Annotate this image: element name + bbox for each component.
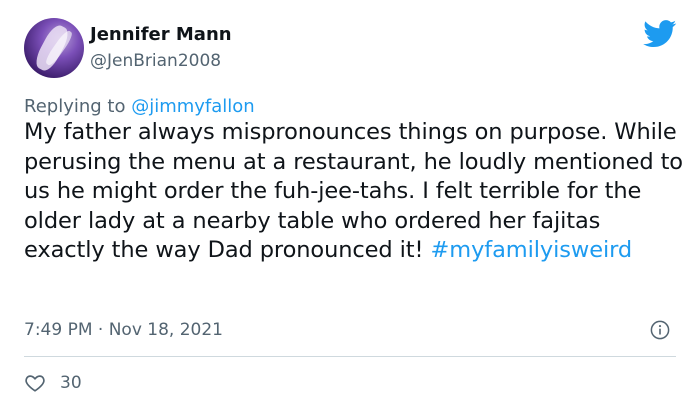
like-count: 30: [60, 373, 82, 393]
author-name[interactable]: Jennifer Mann: [90, 24, 232, 45]
replying-to: Replying to @jimmyfallon: [24, 96, 255, 117]
hashtag-link[interactable]: #myfamilyisweird: [431, 237, 633, 263]
info-icon[interactable]: [650, 320, 670, 340]
author-handle[interactable]: @JenBrian2008: [90, 51, 221, 71]
tweet-text: My father always mispronounces things on…: [24, 118, 684, 266]
divider: [24, 356, 676, 357]
replying-prefix: Replying to: [24, 96, 132, 117]
avatar[interactable]: [24, 18, 84, 78]
heart-icon: [25, 375, 45, 392]
reply-mention-link[interactable]: @jimmyfallon: [131, 96, 255, 117]
tweet-card: Jennifer Mann @JenBrian2008 Replying to …: [0, 0, 700, 410]
like-button[interactable]: 30: [24, 372, 82, 394]
twitter-bird-icon[interactable]: [643, 20, 677, 48]
tweet-timestamp[interactable]: 7:49 PM · Nov 18, 2021: [24, 320, 223, 340]
